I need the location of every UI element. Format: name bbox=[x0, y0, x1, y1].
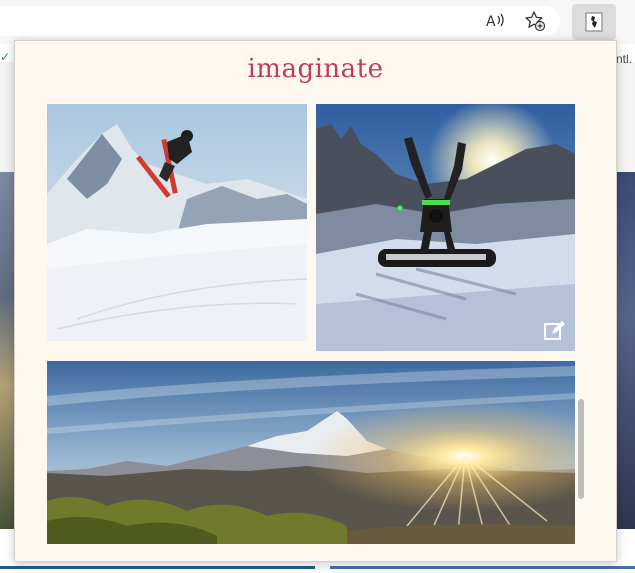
photo-mountain-sunset[interactable] bbox=[47, 361, 575, 544]
add-favorite-icon[interactable] bbox=[524, 10, 546, 32]
extension-button[interactable] bbox=[572, 4, 616, 40]
background-progress-line bbox=[0, 566, 315, 569]
popup-scrollbar[interactable] bbox=[578, 399, 584, 499]
background-image-right bbox=[615, 172, 635, 529]
edit-icon[interactable] bbox=[543, 319, 567, 343]
background-divider-line bbox=[330, 566, 635, 569]
photo-skier[interactable] bbox=[47, 104, 307, 341]
background-image-left bbox=[0, 172, 14, 529]
background-partial-text: ntl. bbox=[616, 52, 633, 66]
svg-text:A: A bbox=[486, 14, 496, 30]
browser-toolbar: A bbox=[0, 0, 635, 44]
extension-icon bbox=[585, 12, 603, 32]
popup-title: imaginate bbox=[247, 54, 384, 84]
photo-snowboarder[interactable] bbox=[316, 104, 575, 351]
read-aloud-icon[interactable]: A bbox=[484, 10, 506, 32]
extension-popup: imaginate bbox=[14, 40, 617, 562]
check-icon: ✓ bbox=[0, 50, 11, 64]
address-bar[interactable] bbox=[0, 6, 560, 36]
